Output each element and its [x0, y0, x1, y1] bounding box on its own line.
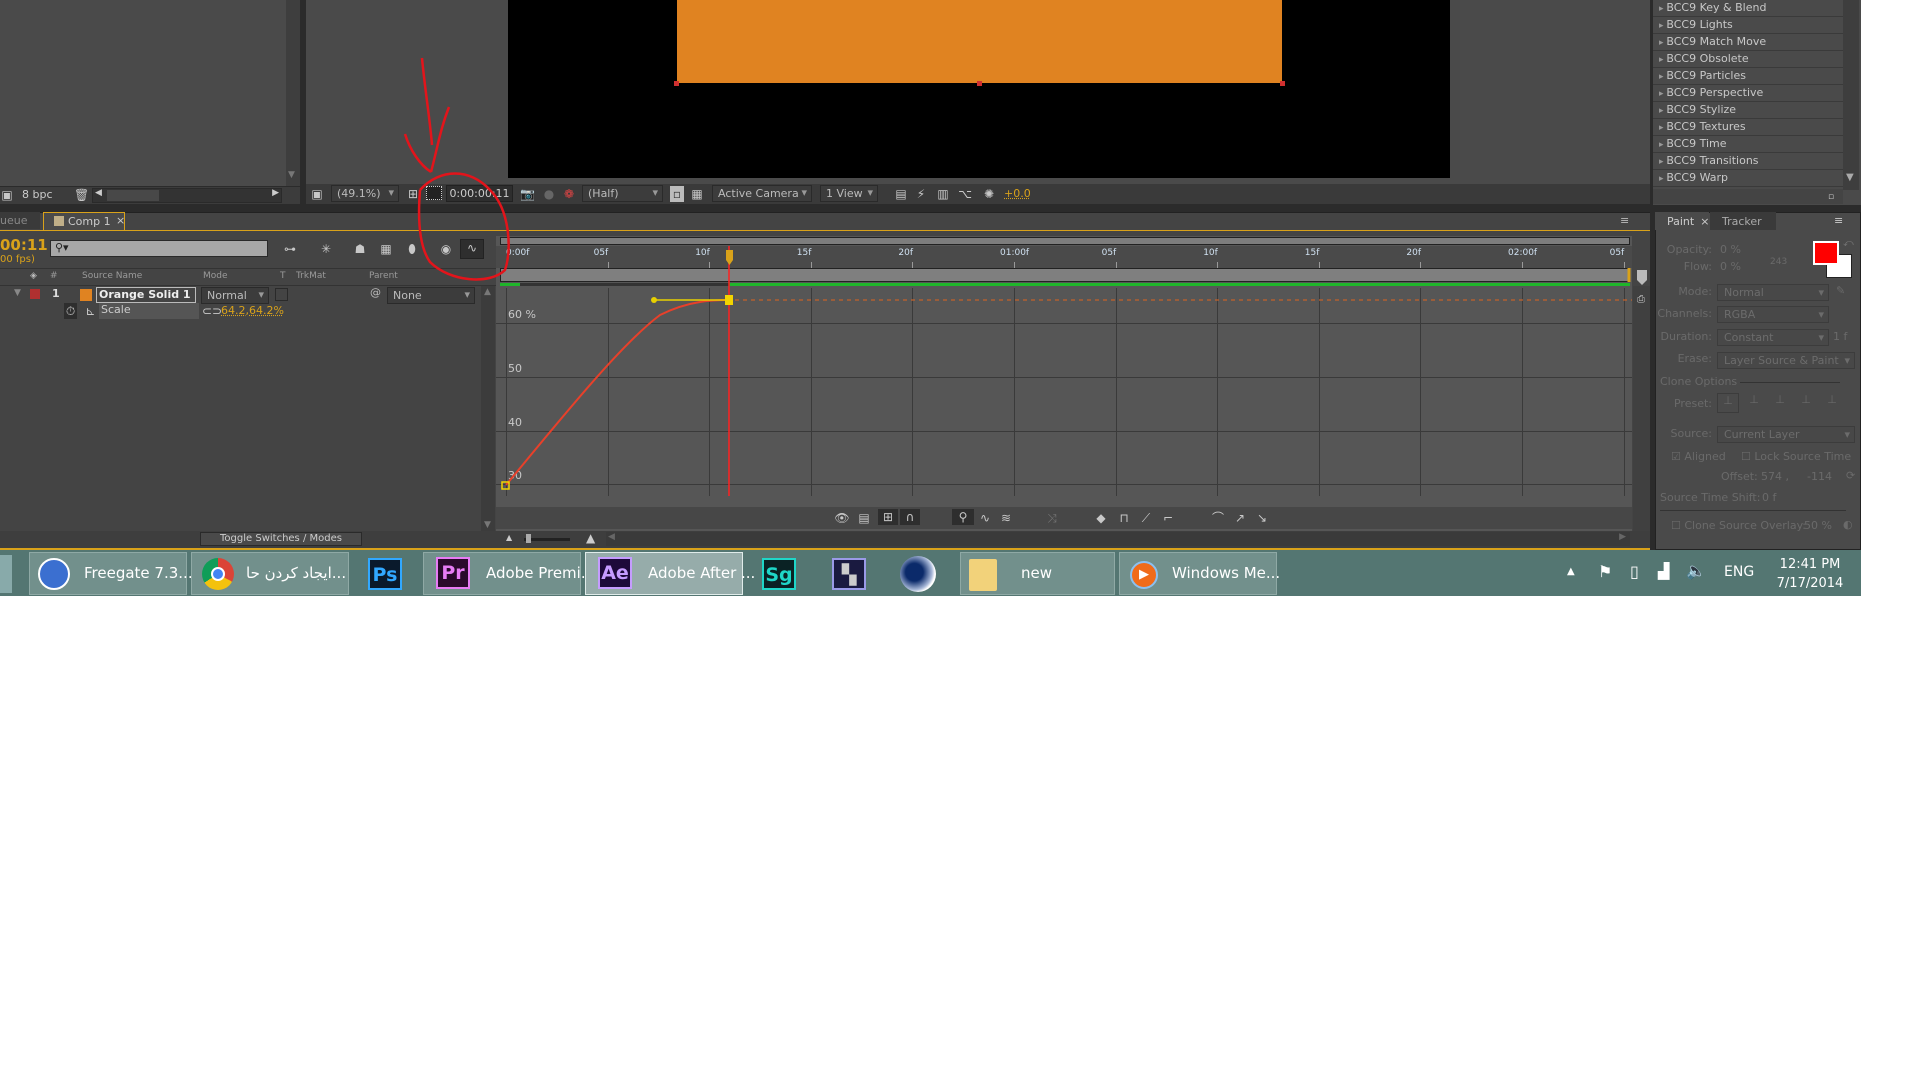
hand-drawn-annotation [403, 57, 510, 281]
show-hidden-icons[interactable]: ▲ [1567, 566, 1575, 577]
volume-icon[interactable]: 🔈 [1686, 561, 1706, 580]
taskbar-label: Freegate 7.3... [84, 564, 193, 582]
speedgrade-icon[interactable]: Sg [762, 558, 796, 590]
taskbar-folder-new[interactable]: new [960, 552, 1115, 595]
taskbar-label: new [1021, 564, 1053, 582]
windows-media-icon: ▶ [1130, 561, 1158, 589]
premiere-icon: Pr [436, 557, 470, 589]
taskbar-chrome[interactable]: ایجاد کردن حا... [191, 552, 349, 595]
taskbar-label: ایجاد کردن حا... [246, 564, 347, 582]
media-encoder-icon[interactable]: ▚ [832, 558, 866, 590]
clock-date: 7/17/2014 [1776, 576, 1844, 591]
start-button-edge[interactable] [0, 555, 12, 593]
taskbar-windows-media[interactable]: ▶ Windows Me... [1119, 552, 1281, 595]
taskbar-freegate[interactable]: Freegate 7.3... [29, 552, 193, 595]
taskbar-premiere[interactable]: Pr Adobe Premi... [423, 552, 595, 595]
language-indicator[interactable]: ENG [1724, 564, 1754, 580]
taskbar-after-effects[interactable]: Ae Adobe After ... [585, 552, 755, 595]
battery-icon[interactable]: ▯ [1630, 562, 1639, 581]
taskbar-label: Adobe Premi... [486, 564, 596, 582]
photoshop-icon[interactable]: Ps [368, 558, 402, 590]
annotation-arrow [403, 57, 451, 174]
taskbar-label: Adobe After ... [648, 564, 756, 582]
clock-time: 12:41 PM [1779, 557, 1841, 572]
after-effects-icon: Ae [598, 557, 632, 589]
clock[interactable]: 12:41 PM 7/17/2014 [1768, 555, 1852, 593]
chrome-icon [202, 558, 234, 590]
freegate-icon [38, 558, 70, 590]
folder-icon [969, 559, 997, 591]
cinema4d-icon[interactable] [900, 556, 936, 592]
network-signal-icon[interactable]: ▟ [1658, 562, 1670, 580]
annotation-circle [417, 172, 510, 281]
taskbar-label: Windows Me... [1172, 564, 1281, 582]
action-center-flag-icon[interactable]: ⚑ [1598, 562, 1612, 581]
